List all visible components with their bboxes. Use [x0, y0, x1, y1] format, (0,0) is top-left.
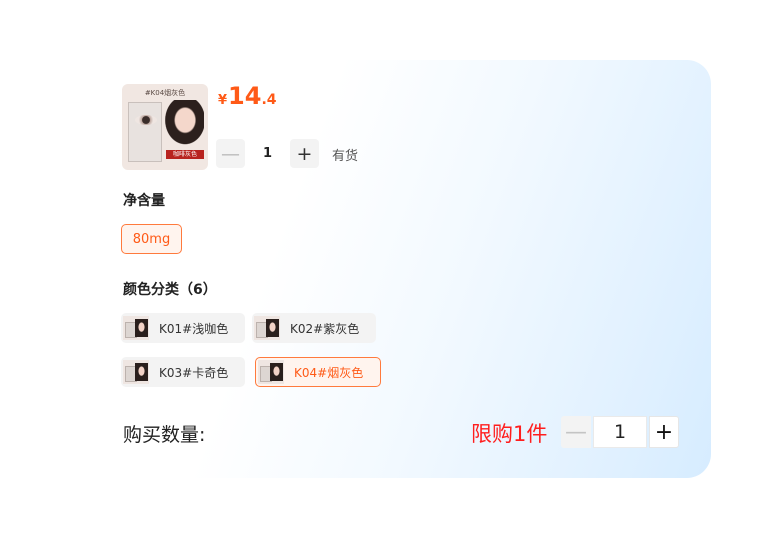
- option-color-k01[interactable]: K01#浅咖色: [121, 313, 245, 343]
- quantity-value[interactable]: 1: [593, 416, 647, 448]
- purchase-limit-notice: 限购1件: [471, 422, 548, 446]
- option-net-content-80mg[interactable]: 80mg: [121, 224, 182, 254]
- option-label: K03#卡奇色: [159, 365, 229, 380]
- price-currency: ¥: [218, 93, 228, 108]
- thumbnail-shade-tag: #K04烟灰色: [144, 89, 186, 97]
- decrease-button[interactable]: —: [561, 416, 591, 448]
- option-label: K01#浅咖色: [159, 321, 229, 336]
- increase-button[interactable]: +: [649, 416, 679, 448]
- option-color-k02[interactable]: K02#紫灰色: [252, 313, 376, 343]
- product-thumbnail[interactable]: #K04烟灰色 咖啡灰色: [122, 84, 208, 170]
- option-thumbnail: [258, 360, 284, 384]
- decrease-button-top[interactable]: —: [216, 139, 245, 168]
- stock-status: 有货: [332, 149, 359, 164]
- price: ¥ 14 .4: [218, 82, 277, 110]
- option-color-k04[interactable]: K04#烟灰色: [255, 357, 381, 387]
- purchase-quantity-label: 购买数量:: [123, 424, 206, 446]
- thumbnail-badge: 咖啡灰色: [166, 150, 204, 159]
- quantity-value-top[interactable]: 1: [245, 146, 290, 161]
- increase-button-top[interactable]: +: [290, 139, 319, 168]
- option-thumbnail: [254, 316, 280, 340]
- price-integer: 14: [228, 82, 262, 110]
- option-label: 80mg: [132, 231, 171, 247]
- option-label: K02#紫灰色: [290, 321, 360, 336]
- price-decimal: .4: [261, 92, 277, 108]
- quantity-stepper: — 1 +: [561, 416, 679, 448]
- net-content-title: 净含量: [123, 193, 165, 209]
- thumbnail-model-image: [162, 100, 204, 148]
- option-label: K04#烟灰色: [294, 365, 364, 380]
- option-thumbnail: [123, 316, 149, 340]
- option-thumbnail: [123, 360, 149, 384]
- option-color-k03[interactable]: K03#卡奇色: [121, 357, 245, 387]
- quantity-stepper-top: — 1 +: [216, 139, 319, 168]
- color-category-title: 颜色分类（6）: [123, 282, 217, 298]
- thumbnail-eye-image: [128, 102, 162, 162]
